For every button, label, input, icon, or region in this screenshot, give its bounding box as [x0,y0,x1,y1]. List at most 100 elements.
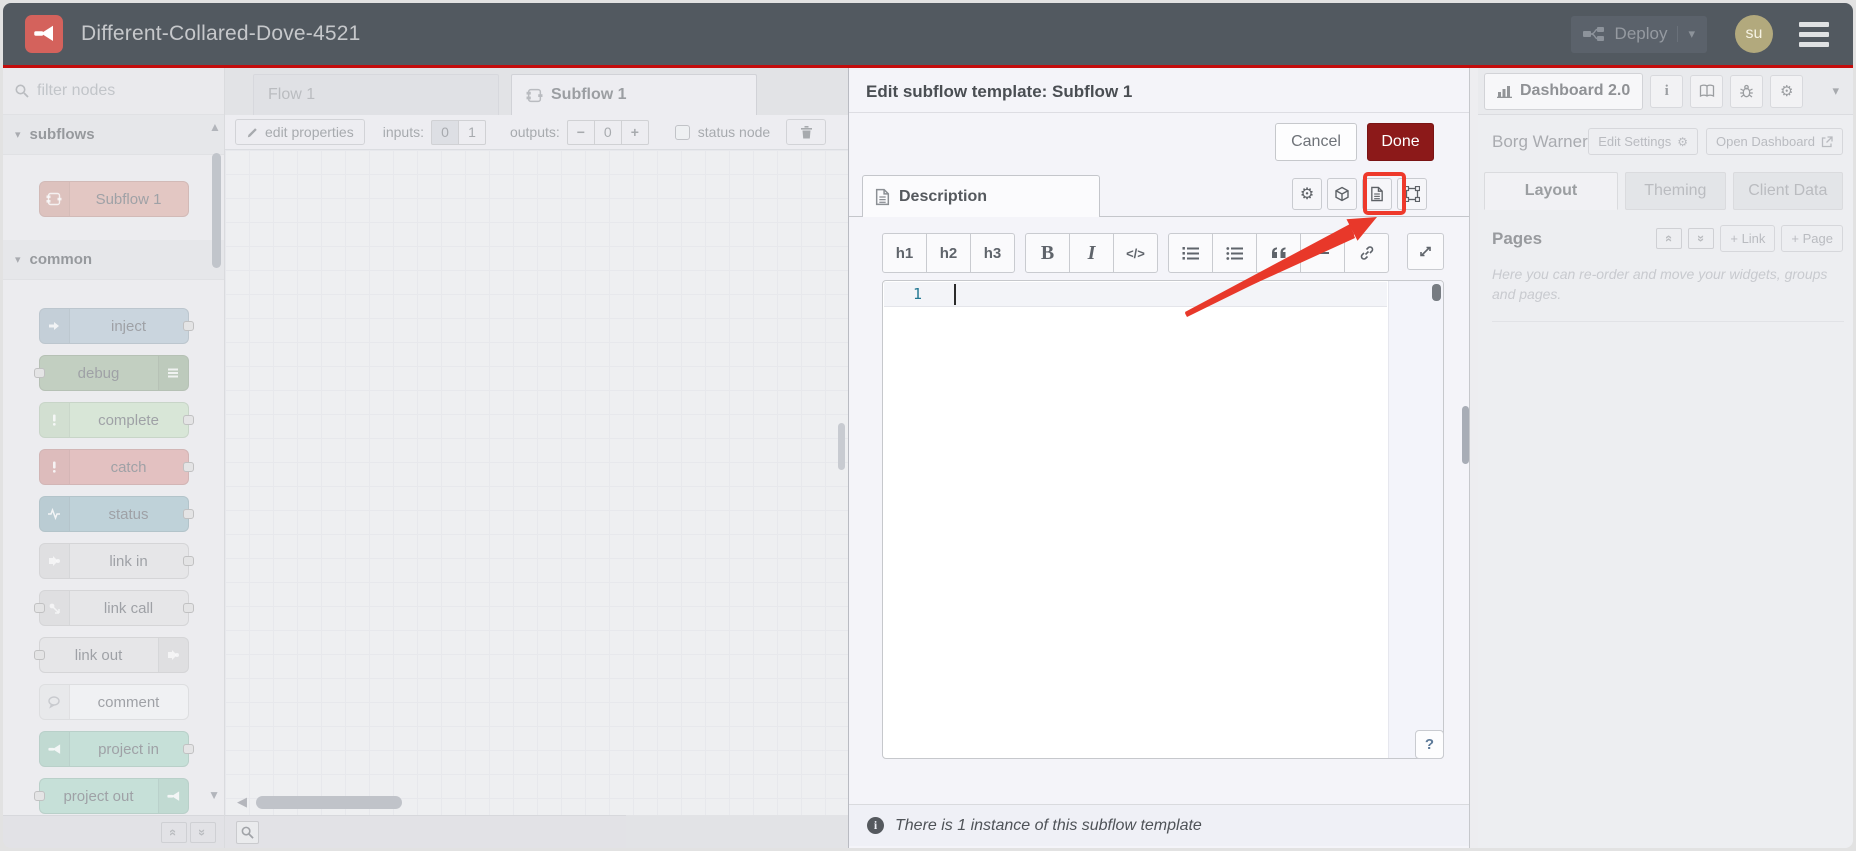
palette-node-project-out[interactable]: project out [33,778,189,814]
module-cube-button[interactable] [1327,178,1357,210]
deploy-button[interactable]: Deploy ▾ [1570,15,1707,53]
scroll-up-icon[interactable]: ▲ [208,120,222,134]
node-port[interactable] [182,556,194,566]
help-tab-button[interactable] [1690,74,1724,108]
tab-flow1[interactable]: Flow 1 [253,74,499,115]
palette-node-link-in[interactable]: link in [38,543,194,579]
ordered-list-button[interactable] [1168,233,1213,273]
cancel-button[interactable]: Cancel [1275,123,1357,161]
editor-scrollbar-thumb[interactable] [1432,284,1441,301]
node-port[interactable] [33,368,45,378]
expand-editor-button[interactable] [1407,233,1444,270]
collapse-pages-button[interactable]: « [1656,228,1683,249]
open-dashboard-button[interactable]: Open Dashboard [1705,128,1843,155]
scroll-left-icon[interactable]: ◀ [237,794,247,810]
palette-scrollbar-thumb[interactable] [212,153,221,268]
editor-line-number: 1 [913,285,923,303]
scroll-down-icon[interactable]: ▼ [208,788,220,802]
sidebar-tabrow: Dashboard 2.0 i ⚙ ▾ [1478,68,1853,115]
editor-help-button[interactable]: ? [1415,730,1444,759]
node-port[interactable] [182,603,194,613]
debug-tab-button[interactable] [1730,74,1764,108]
palette-node-comment[interactable]: comment [38,684,189,720]
link-button[interactable] [1344,233,1389,273]
delete-subflow-button[interactable] [786,119,827,145]
add-page-button[interactable]: + Page [1781,225,1843,252]
chevron-down-icon: ▾ [15,129,21,141]
zoom-search-button[interactable] [236,820,259,844]
sidebar-separator[interactable] [1470,68,1478,848]
expand-pages-button[interactable]: » [1688,228,1715,249]
node-port[interactable] [33,650,45,660]
sidebar-menu-caret-icon[interactable]: ▾ [1832,83,1839,99]
palette-scrollbar[interactable]: ▲ [208,120,222,134]
main-menu-icon[interactable] [1799,21,1829,47]
h1-button[interactable]: h1 [882,233,927,273]
document-icon [875,188,890,205]
tab-description[interactable]: Description [862,175,1100,217]
palette-node-link-call[interactable]: link call [33,590,194,626]
user-avatar[interactable]: su [1735,15,1773,53]
canvas-h-scrollbar-thumb[interactable] [256,795,402,809]
editor-minimap[interactable] [1388,281,1443,758]
tray-scrollbar-thumb[interactable] [1462,406,1469,464]
main-content: ▾ subflows Subflow 1 ▾ common inject [3,68,1853,848]
tab-dashboard-2[interactable]: Dashboard 2.0 [1484,72,1644,110]
info-tab-button[interactable]: i [1650,74,1684,108]
tab-client-data[interactable]: Client Data [1732,172,1843,210]
tab-subflow1[interactable]: Subflow 1 [511,74,757,115]
flow-canvas-grid[interactable] [225,150,848,815]
blockquote-button[interactable] [1256,233,1301,273]
palette-node-link-out[interactable]: link out [33,637,189,673]
palette-node-debug[interactable]: debug [33,355,189,391]
italic-button[interactable]: I [1069,233,1114,273]
palette-node-project-in[interactable]: project in [38,731,194,767]
tab-layout[interactable]: Layout [1484,172,1619,210]
unordered-list-button[interactable] [1212,233,1257,273]
filter-nodes-input[interactable] [37,82,187,100]
deploy-caret-icon[interactable]: ▾ [1677,26,1695,42]
node-port[interactable] [182,415,194,425]
node-port[interactable] [182,509,194,519]
h3-button[interactable]: h3 [970,233,1015,273]
inputs-0-button[interactable]: 0 [430,119,459,145]
outputs-value[interactable]: 0 [593,119,622,145]
edit-properties-button[interactable]: edit properties [235,119,365,145]
config-tab-button[interactable]: ⚙ [1770,74,1804,108]
node-port[interactable] [33,603,45,613]
palette-node-subflow1[interactable]: Subflow 1 [38,181,189,217]
palette-node-status[interactable]: status [38,496,194,532]
node-port[interactable] [182,744,194,754]
expand-all-button[interactable]: » [190,821,216,843]
edit-settings-button[interactable]: Edit Settings ⚙ [1588,128,1698,155]
object-group-icon [1404,186,1420,202]
outputs-minus-button[interactable]: − [566,119,595,145]
code-button[interactable]: </> [1113,233,1158,273]
palette-node-catch[interactable]: catch [38,449,194,485]
palette-category-common[interactable]: ▾ common [3,240,224,280]
book-icon [1699,84,1714,98]
workspace-tabbar: Flow 1 Subflow 1 [225,68,848,115]
collapse-all-button[interactable]: « [161,821,187,843]
status-node-checkbox[interactable] [674,124,690,140]
description-editor[interactable]: 1 ? [882,280,1444,759]
node-port[interactable] [182,462,194,472]
palette-category-subflows[interactable]: ▾ subflows [3,115,224,155]
add-link-button[interactable]: + Link [1720,225,1776,252]
tab-theming[interactable]: Theming [1625,172,1726,210]
gear-icon: ⚙ [1780,83,1794,100]
node-port[interactable] [182,321,194,331]
properties-gear-button[interactable]: ⚙ [1292,178,1322,210]
outputs-plus-button[interactable]: + [620,119,649,145]
h2-button[interactable]: h2 [926,233,971,273]
palette-node-inject[interactable]: inject [38,308,194,344]
horizontal-rule-button[interactable] [1300,233,1345,273]
inputs-1-button[interactable]: 1 [457,119,486,145]
canvas-h-scrollbar[interactable]: ◀ [237,794,402,810]
bold-button[interactable]: B [1025,233,1070,273]
done-button[interactable]: Done [1367,123,1434,161]
ordered-list-icon [1182,246,1199,260]
node-port[interactable] [33,791,45,801]
canvas-v-scrollbar-thumb[interactable] [838,423,845,470]
palette-node-complete[interactable]: complete [38,402,194,438]
